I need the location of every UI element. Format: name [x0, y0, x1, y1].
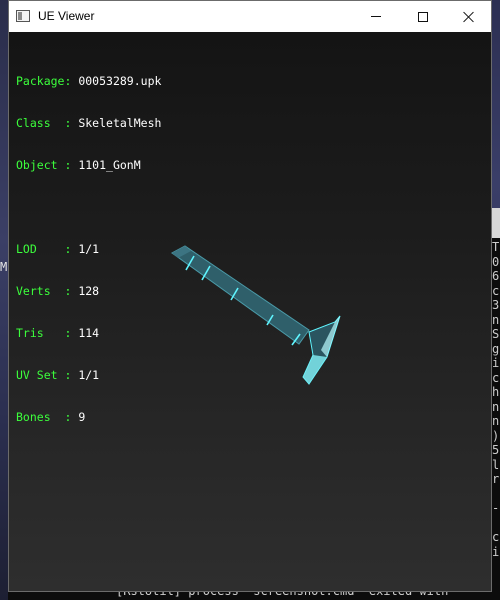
app-window-icon[interactable] — [16, 10, 30, 22]
background-console-char: 6 — [492, 269, 500, 283]
background-console-char: S — [492, 327, 500, 341]
minimize-button[interactable] — [353, 1, 399, 32]
mesh-handle — [171, 245, 310, 345]
title-bar[interactable]: UE Viewer — [9, 1, 491, 32]
background-console-char: g — [492, 341, 500, 356]
maximize-button[interactable] — [400, 1, 446, 32]
skeletal-mesh-render — [171, 245, 341, 385]
background-console-char: T — [492, 240, 500, 254]
background-console-char: 0 — [492, 254, 500, 269]
background-console-char: h — [492, 385, 500, 399]
close-icon — [463, 11, 475, 23]
minimize-icon — [371, 16, 381, 17]
background-console-text-left: M — [0, 260, 8, 274]
background-console-char: 5 — [492, 443, 500, 457]
background-console-char: i — [492, 544, 500, 559]
background-console-char: 3 — [492, 298, 500, 312]
desktop-background-left — [0, 0, 8, 600]
background-console-text-column: T 0 6 c 3 n Sg i c h n n) 5 l r - c i — [492, 240, 500, 559]
background-console-char: c — [492, 283, 500, 298]
background-console-char: - — [492, 501, 500, 515]
window-title: UE Viewer — [38, 9, 95, 23]
background-console-char: i — [492, 356, 500, 370]
ue-viewer-window: UE Viewer Package: 00053289.upk Class : … — [8, 0, 492, 592]
background-console-char: c — [492, 530, 500, 544]
maximize-icon — [418, 11, 428, 22]
background-console-char: n — [492, 312, 500, 327]
background-console-char: n — [492, 399, 500, 414]
background-console-scrollbar — [492, 208, 500, 238]
background-console-char — [492, 516, 500, 531]
close-button[interactable] — [446, 1, 492, 32]
mesh-head-front — [303, 355, 327, 384]
background-console-char — [492, 487, 500, 502]
background-console-char: c — [492, 370, 500, 385]
3d-viewport[interactable]: Package: 00053289.upk Class : SkeletalMe… — [9, 32, 491, 591]
background-console-char: ) — [492, 428, 500, 443]
background-console-char: r — [492, 472, 500, 486]
background-console-char: l — [492, 457, 500, 472]
background-console-char: n — [492, 414, 500, 428]
